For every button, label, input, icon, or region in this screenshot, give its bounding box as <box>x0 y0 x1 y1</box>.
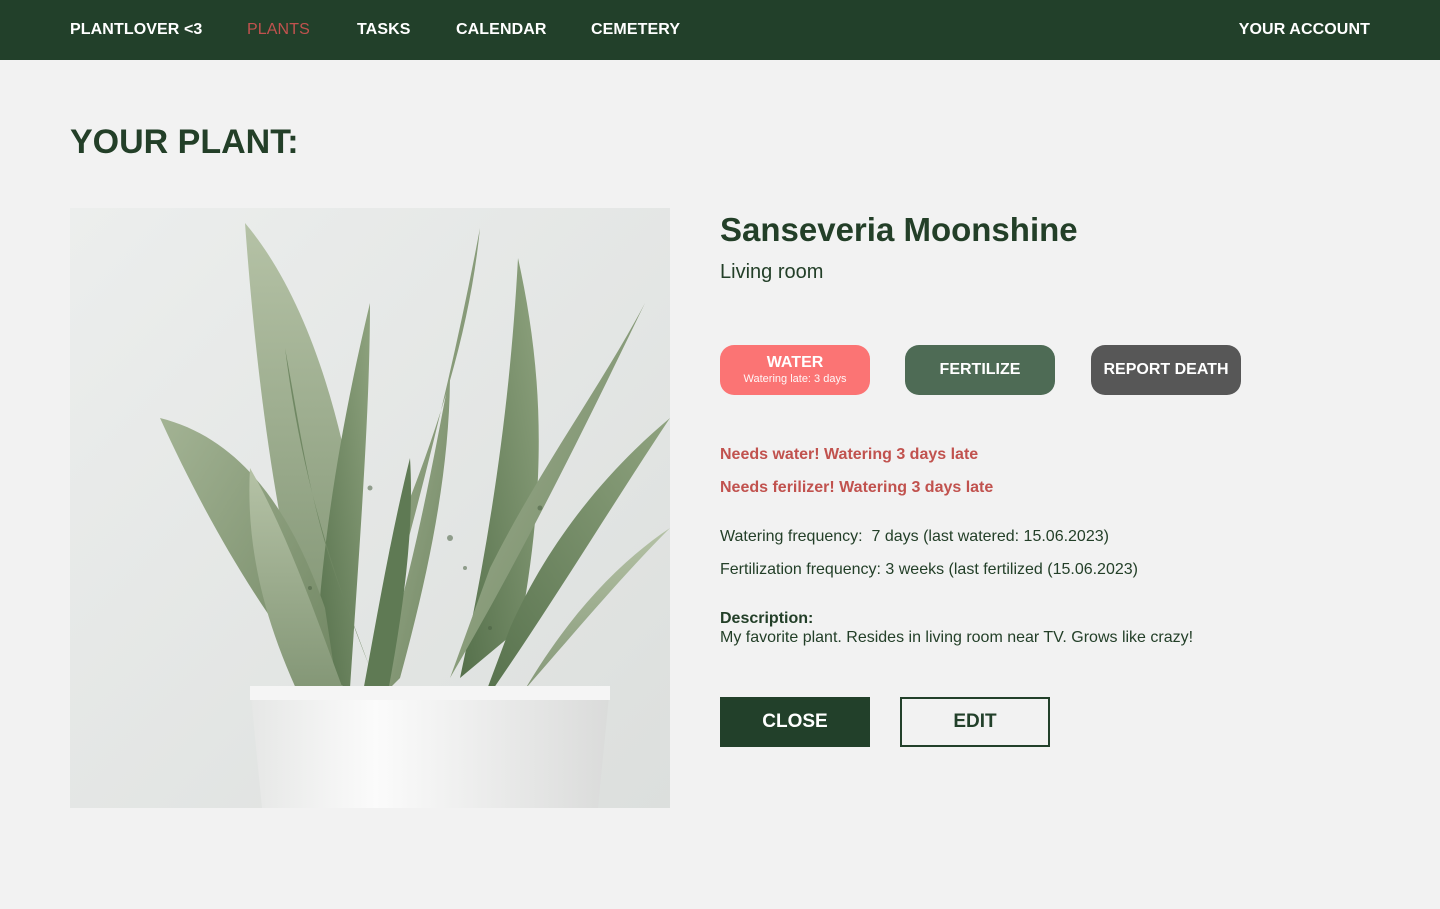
brand-logo-link[interactable]: PLANTLOVER <3 <box>70 20 202 40</box>
fertilization-frequency: Fertilization frequency: 3 weeks (last f… <box>720 561 1138 578</box>
edit-button[interactable]: EDIT <box>900 697 1050 747</box>
nav-item-cemetery[interactable]: CEMETERY <box>591 20 680 40</box>
nav-item-tasks[interactable]: TASKS <box>357 20 411 40</box>
description-label: Description: <box>720 610 814 627</box>
fertilize-button-label: FERTILIZE <box>939 361 1021 378</box>
nav-item-plants[interactable]: PLANTS <box>247 20 310 40</box>
fertilize-button[interactable]: FERTILIZE <box>905 345 1055 395</box>
water-button[interactable]: WATER Watering late: 3 days <box>720 345 870 395</box>
water-alert: Needs water! Watering 3 days late <box>720 446 979 463</box>
plant-name: Sanseveria Moonshine <box>720 211 1078 248</box>
watering-frequency: Watering frequency: 7 days (last watered… <box>720 528 1109 545</box>
fertilizer-alert: Needs ferilizer! Watering 3 days late <box>720 479 994 496</box>
page-title: YOUR PLANT: <box>70 123 299 161</box>
snake-plant-photo <box>70 208 670 808</box>
water-button-sublabel: Watering late: 3 days <box>743 373 847 385</box>
description-text: My favorite plant. Resides in living roo… <box>720 629 1194 646</box>
close-button[interactable]: CLOSE <box>720 697 870 747</box>
top-navbar: PLANTLOVER <3 PLANTS TASKS CALENDAR CEME… <box>0 0 1440 60</box>
report-death-button[interactable]: REPORT DEATH <box>1091 345 1241 395</box>
plant-room: Living room <box>720 261 824 283</box>
nav-item-your-account[interactable]: YOUR ACCOUNT <box>1239 20 1370 40</box>
report-death-button-label: REPORT DEATH <box>1103 361 1229 378</box>
water-button-label: WATER <box>766 354 824 371</box>
nav-item-calendar[interactable]: CALENDAR <box>456 20 547 40</box>
plant-photo <box>70 208 670 808</box>
